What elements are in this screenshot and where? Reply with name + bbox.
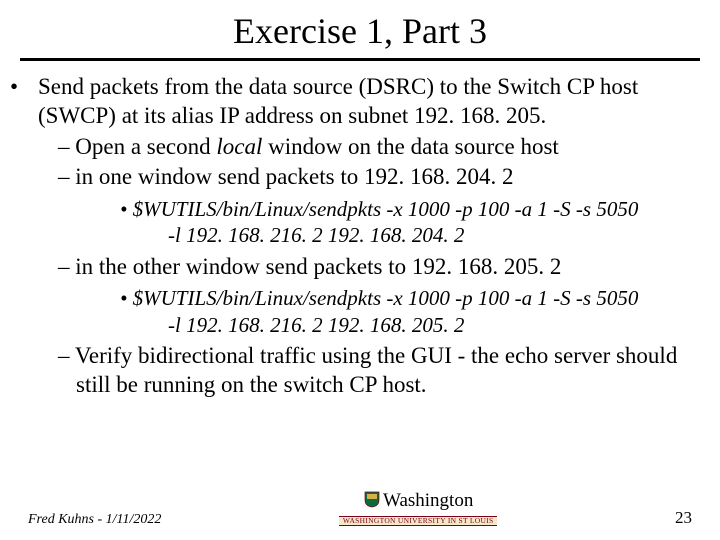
- cmd2-line1: $WUTILS/bin/Linux/sendpkts -x 1000 -p 10…: [133, 286, 639, 310]
- subpoint-send-205: – in the other window send packets to 19…: [58, 253, 700, 282]
- command-2: • $WUTILS/bin/Linux/sendpkts -x 1000 -p …: [120, 285, 700, 338]
- cmd1-line1: $WUTILS/bin/Linux/sendpkts -x 1000 -p 10…: [133, 197, 639, 221]
- sub1-part1: – Open a second: [58, 134, 216, 159]
- title-divider: [20, 58, 700, 61]
- bullet-dot-icon: •: [24, 73, 38, 102]
- sub1-part2: window on the data source host: [262, 134, 558, 159]
- subpoint-open-window: – Open a second local window on the data…: [58, 133, 700, 162]
- footer-university-sub: WASHINGTON UNIVERSITY IN ST LOUIS: [339, 516, 498, 526]
- cmd1-line2: -l 192. 168. 216. 2 192. 168. 204. 2: [168, 222, 680, 248]
- subpoint-verify: – Verify bidirectional traffic using the…: [58, 342, 700, 400]
- command-1: • $WUTILS/bin/Linux/sendpkts -x 1000 -p …: [120, 196, 700, 249]
- slide-title: Exercise 1, Part 3: [20, 10, 700, 52]
- footer-logo: Washington WASHINGTON UNIVERSITY IN ST L…: [339, 490, 498, 528]
- slide-content: •Send packets from the data source (DSRC…: [20, 73, 700, 399]
- shield-icon: [363, 490, 381, 513]
- sub1-italic: local: [216, 134, 262, 159]
- slide-footer: Fred Kuhns - 1/11/2022 Washington WASHIN…: [0, 490, 720, 528]
- bullet-dot-icon: •: [120, 197, 133, 221]
- footer-page-number: 23: [675, 508, 692, 528]
- bullet-main-text: Send packets from the data source (DSRC)…: [38, 74, 638, 128]
- footer-university-name: Washington: [383, 490, 473, 511]
- cmd2-line2: -l 192. 168. 216. 2 192. 168. 205. 2: [168, 312, 680, 338]
- footer-author-date: Fred Kuhns - 1/11/2022: [28, 512, 161, 528]
- bullet-dot-icon: •: [120, 286, 133, 310]
- subpoint-send-204: – in one window send packets to 192. 168…: [58, 163, 700, 192]
- bullet-main: •Send packets from the data source (DSRC…: [24, 73, 700, 131]
